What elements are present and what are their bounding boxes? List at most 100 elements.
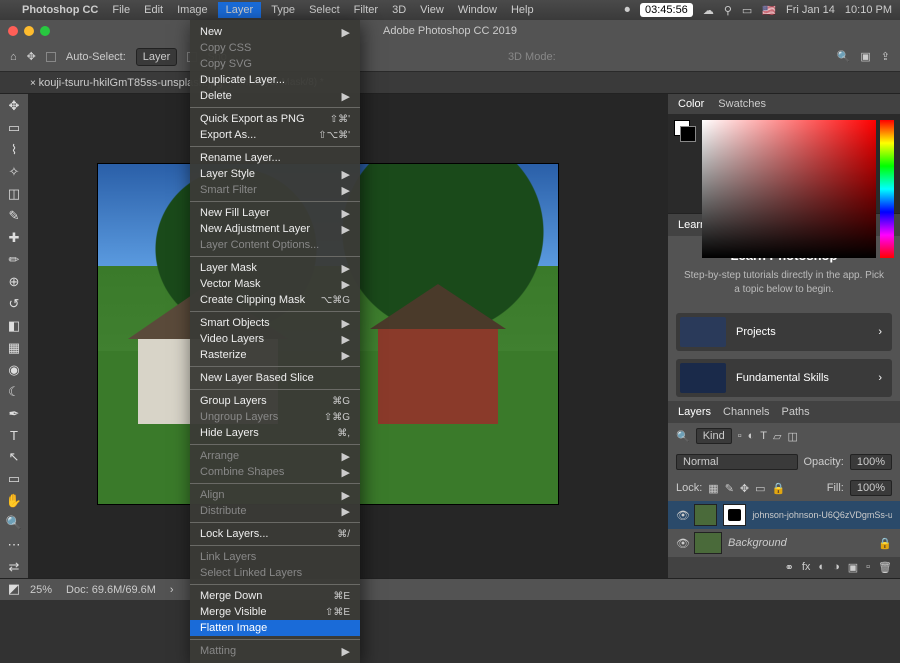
tab-swatches[interactable]: Swatches	[718, 98, 766, 110]
learn-row-projects[interactable]: Projects ›	[676, 313, 892, 351]
lock-brush-icon[interactable]: ✎	[725, 482, 734, 495]
new-icon[interactable]: ▫	[866, 561, 870, 574]
dodge-tool[interactable]: ☾	[5, 384, 23, 400]
layer-row-2[interactable]: 👁 Background 🔒	[668, 529, 900, 557]
menu-select[interactable]: Select	[309, 4, 340, 16]
home-icon[interactable]: ⌂	[10, 51, 17, 63]
search-icon[interactable]: 🔍	[837, 50, 851, 63]
move-tool[interactable]: ✥	[5, 98, 23, 114]
battery-icon[interactable]: ▭	[742, 4, 752, 17]
flag-icon[interactable]: 🇺🇸	[762, 4, 776, 17]
group-icon[interactable]: ▣	[848, 561, 858, 574]
hand-tool[interactable]: ✋	[5, 493, 23, 509]
mask-icon[interactable]: ◐	[818, 561, 825, 574]
date[interactable]: Fri Jan 14	[786, 4, 835, 16]
menu-item[interactable]: Layer Mask▶	[190, 260, 360, 276]
eraser-tool[interactable]: ◧	[5, 318, 23, 334]
trash-icon[interactable]: 🗑	[878, 561, 892, 574]
menu-item[interactable]: Vector Mask▶	[190, 276, 360, 292]
lock-frame-icon[interactable]: ▭	[755, 482, 765, 495]
menu-item[interactable]: Layer Style▶	[190, 166, 360, 182]
menu-item[interactable]: Merge Visible⇧⌘E	[190, 604, 360, 620]
type-tool[interactable]: T	[5, 428, 23, 443]
menu-item[interactable]: New Fill Layer▶	[190, 205, 360, 221]
path-tool[interactable]: ↖	[5, 449, 23, 465]
layer-name[interactable]: Background	[728, 537, 787, 549]
lock-move-icon[interactable]: ✥	[740, 482, 749, 495]
eyedropper-tool[interactable]: ✎	[5, 208, 23, 224]
menu-item[interactable]: Rename Layer...	[190, 150, 360, 166]
menu-view[interactable]: View	[420, 4, 444, 16]
filter-adj-icon[interactable]: ◐	[748, 430, 755, 442]
menu-item[interactable]: Group Layers⌘G	[190, 393, 360, 409]
workspace-icon[interactable]: ▣	[860, 50, 870, 63]
gradient-tool[interactable]: ▦	[5, 340, 23, 356]
lock-all-icon[interactable]: 🔒	[772, 482, 786, 495]
wand-tool[interactable]: ✧	[5, 164, 23, 180]
menu-item[interactable]: Quick Export as PNG⇧⌘'	[190, 111, 360, 127]
marquee-tool[interactable]: ▭	[5, 120, 23, 136]
menu-item[interactable]: Rasterize▶	[190, 347, 360, 363]
menu-type[interactable]: Type	[271, 4, 295, 16]
menu-item[interactable]: Smart Objects▶	[190, 315, 360, 331]
hue-slider[interactable]	[880, 120, 894, 258]
share-icon[interactable]: ⇪	[881, 50, 890, 63]
lock-trans-icon[interactable]: ▦	[708, 482, 718, 495]
menu-file[interactable]: File	[112, 4, 130, 16]
filter-img-icon[interactable]: ▫	[738, 430, 742, 442]
chevron-right-icon[interactable]: ›	[170, 584, 174, 596]
blur-tool[interactable]: ◉	[5, 362, 23, 378]
kind-select[interactable]: Kind	[696, 428, 732, 444]
heal-tool[interactable]: ✚	[5, 230, 23, 246]
history-tool[interactable]: ↺	[5, 296, 23, 312]
color-picker[interactable]	[668, 114, 900, 213]
menu-filter[interactable]: Filter	[354, 4, 378, 16]
zoom-tool[interactable]: 🔍	[5, 515, 23, 531]
layer-select[interactable]: Layer	[136, 48, 178, 66]
menu-edit[interactable]: Edit	[144, 4, 163, 16]
menu-item[interactable]: Duplicate Layer...	[190, 72, 360, 88]
menu-layer[interactable]: Layer	[218, 2, 262, 18]
filter-type-icon[interactable]: T	[760, 430, 767, 442]
wifi-icon[interactable]: ⚲	[724, 4, 732, 17]
menu-item[interactable]: New Layer Based Slice	[190, 370, 360, 386]
move-icon[interactable]: ✥	[27, 50, 36, 63]
fill-input[interactable]: 100%	[850, 480, 892, 496]
menu-item[interactable]: Export As...⇧⌥⌘'	[190, 127, 360, 143]
time[interactable]: 10:10 PM	[845, 4, 892, 16]
layer-row-1[interactable]: 👁 johnson-johnson-U6Q6zVDgmSs-unsplash	[668, 501, 900, 529]
color-field[interactable]	[702, 120, 876, 258]
auto-select-check[interactable]	[46, 52, 56, 62]
menu-item[interactable]: Hide Layers⌘,	[190, 425, 360, 441]
record-icon[interactable]: ⏺	[624, 4, 630, 17]
more-tool[interactable]: ⋯	[5, 537, 23, 553]
menu-3d[interactable]: 3D	[392, 4, 406, 16]
layer-name[interactable]: johnson-johnson-U6Q6zVDgmSs-unsplash	[752, 510, 892, 520]
app-name[interactable]: Photoshop CC	[22, 4, 98, 16]
cc-icon[interactable]: ☁	[703, 4, 714, 17]
fgbg-swatch[interactable]: ◩	[5, 581, 23, 597]
stamp-tool[interactable]: ⊕	[5, 274, 23, 290]
menu-item[interactable]: Create Clipping Mask⌥⌘G	[190, 292, 360, 308]
minimize-icon[interactable]	[24, 26, 34, 36]
zoom-icon[interactable]	[40, 26, 50, 36]
adj-icon[interactable]: ◑	[833, 561, 840, 574]
tab-paths[interactable]: Paths	[782, 406, 810, 418]
tab-channels[interactable]: Channels	[723, 406, 769, 418]
link-icon[interactable]: ⚭	[785, 561, 794, 574]
shape-tool[interactable]: ▭	[5, 471, 23, 487]
fx-icon[interactable]: fx	[802, 561, 811, 574]
menu-item[interactable]: Flatten Image	[190, 620, 360, 636]
swap-icon[interactable]: ⇄	[5, 559, 23, 575]
menu-image[interactable]: Image	[177, 4, 208, 16]
eye-icon[interactable]: 👁	[676, 537, 688, 550]
learn-row-skills[interactable]: Fundamental Skills ›	[676, 359, 892, 397]
menu-help[interactable]: Help	[511, 4, 534, 16]
tab-layers[interactable]: Layers	[678, 406, 711, 418]
menu-item[interactable]: New Adjustment Layer▶	[190, 221, 360, 237]
pen-tool[interactable]: ✒	[5, 406, 23, 422]
blend-select[interactable]: Normal	[676, 454, 798, 470]
menu-item[interactable]: Merge Down⌘E	[190, 588, 360, 604]
opacity-input[interactable]: 100%	[850, 454, 892, 470]
menu-item[interactable]: New▶	[190, 24, 360, 40]
